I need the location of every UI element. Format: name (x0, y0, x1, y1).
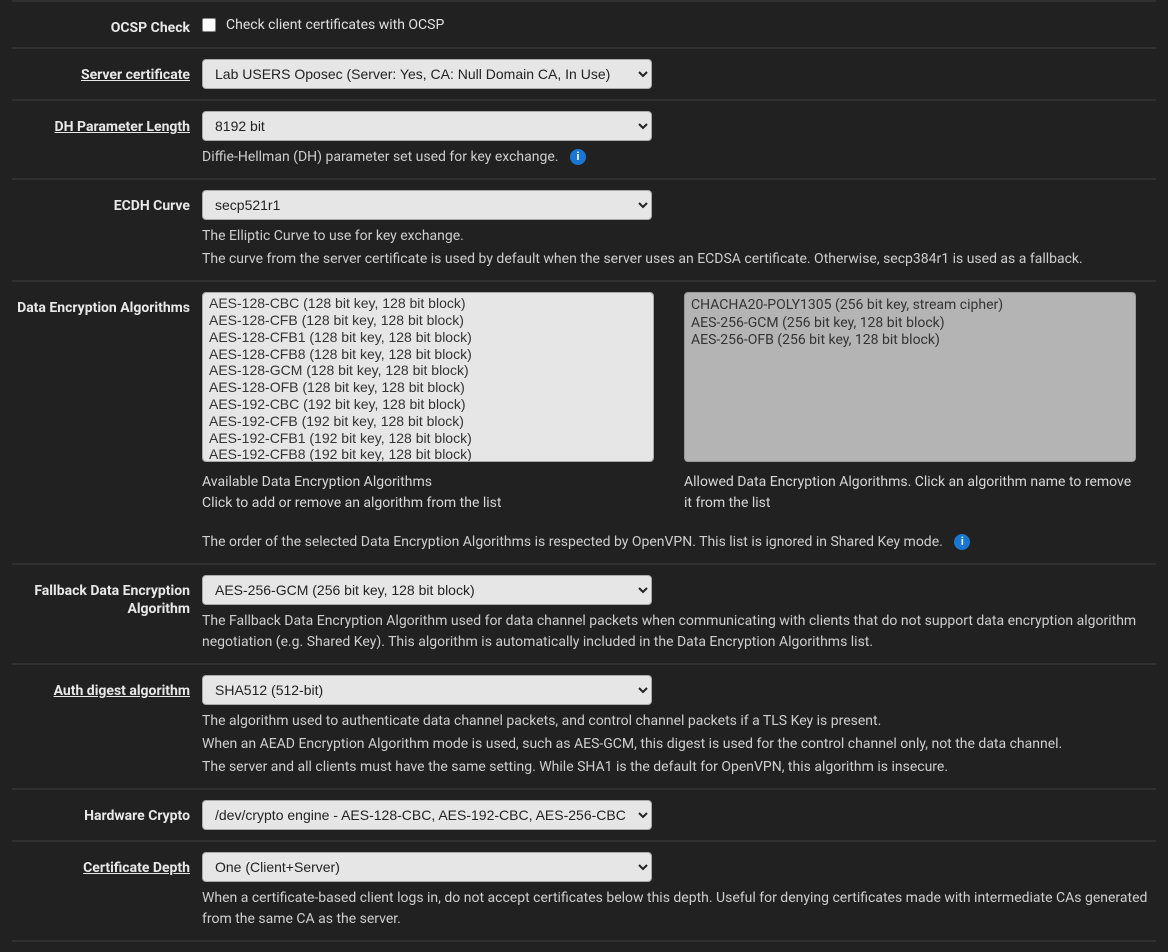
allowed-algorithm-item[interactable]: AES-256-OFB (256 bit key, 128 bit block) (691, 332, 1129, 350)
label-ecdh-curve: ECDH Curve (12, 190, 202, 215)
auth-help-1: The algorithm used to authenticate data … (202, 711, 1150, 732)
hardware-crypto-select[interactable]: /dev/crypto engine - AES-128-CBC, AES-19… (202, 800, 652, 830)
allowed-algorithms-list[interactable]: CHACHA20-POLY1305 (256 bit key, stream c… (684, 292, 1136, 462)
available-algorithm-option[interactable]: AES-128-CBC (128 bit key, 128 bit block) (207, 295, 649, 312)
label-auth-digest: Auth digest algorithm (12, 675, 202, 700)
ecdh-curve-select[interactable]: secp521r1 (202, 190, 652, 220)
available-algorithm-option[interactable]: AES-192-CFB8 (192 bit key, 128 bit block… (207, 446, 649, 462)
row-data-encryption-algorithms: Data Encryption Algorithms AES-128-CBC (… (12, 280, 1156, 565)
label-data-encryption-algorithms: Data Encryption Algorithms (12, 292, 202, 317)
ocsp-check-text: Check client certificates with OCSP (226, 17, 444, 33)
auth-digest-select[interactable]: SHA512 (512-bit) (202, 675, 652, 705)
row-auth-digest: Auth digest algorithm SHA512 (512-bit) T… (12, 663, 1156, 790)
label-dh-parameter-length: DH Parameter Length (12, 111, 202, 136)
row-ocsp-check: OCSP Check Check client certificates wit… (12, 0, 1156, 49)
available-algorithm-option[interactable]: AES-192-CBC (192 bit key, 128 bit block) (207, 396, 649, 413)
available-algorithm-option[interactable]: AES-192-CFB (192 bit key, 128 bit block) (207, 413, 649, 430)
ecdh-help-2: The curve from the server certificate is… (202, 249, 1150, 270)
label-certificate-depth: Certificate Depth (12, 852, 202, 877)
available-algorithm-option[interactable]: AES-128-CFB (128 bit key, 128 bit block) (207, 312, 649, 329)
available-caption-2: Click to add or remove an algorithm from… (202, 495, 501, 511)
certificate-depth-select[interactable]: One (Client+Server) (202, 852, 652, 882)
available-algorithm-option[interactable]: AES-128-CFB1 (128 bit key, 128 bit block… (207, 329, 649, 346)
auth-help-2: When an AEAD Encryption Algorithm mode i… (202, 734, 1150, 755)
row-ecdh-curve: ECDH Curve secp521r1 The Elliptic Curve … (12, 178, 1156, 282)
allowed-algorithm-item[interactable]: CHACHA20-POLY1305 (256 bit key, stream c… (691, 297, 1129, 315)
row-dh-parameter-length: DH Parameter Length 8192 bit Diffie-Hell… (12, 99, 1156, 180)
available-algorithms-list[interactable]: AES-128-CBC (128 bit key, 128 bit block)… (202, 292, 654, 462)
available-algorithm-option[interactable]: AES-128-OFB (128 bit key, 128 bit block) (207, 379, 649, 396)
row-certificate-depth: Certificate Depth One (Client+Server) Wh… (12, 840, 1156, 942)
dh-help-text: Diffie-Hellman (DH) parameter set used f… (202, 149, 558, 165)
label-server-certificate: Server certificate (12, 59, 202, 84)
label-hardware-crypto: Hardware Crypto (12, 800, 202, 825)
dh-parameter-length-select[interactable]: 8192 bit (202, 111, 652, 141)
available-caption-1: Available Data Encryption Algorithms (202, 474, 432, 490)
ocsp-check-checkbox[interactable] (202, 18, 216, 32)
row-server-certificate: Server certificate Lab USERS Oposec (Ser… (12, 47, 1156, 101)
row-hardware-crypto: Hardware Crypto /dev/crypto engine - AES… (12, 788, 1156, 842)
available-algorithm-option[interactable]: AES-192-CFB1 (192 bit key, 128 bit block… (207, 430, 649, 447)
allowed-algorithm-item[interactable]: AES-256-GCM (256 bit key, 128 bit block) (691, 315, 1129, 333)
info-icon[interactable]: i (570, 149, 586, 165)
info-icon[interactable]: i (954, 534, 970, 550)
auth-help-3: The server and all clients must have the… (202, 757, 1150, 778)
fallback-help: The Fallback Data Encryption Algorithm u… (202, 611, 1150, 653)
dea-footer-help: The order of the selected Data Encryptio… (202, 534, 943, 550)
label-fallback-algorithm: Fallback Data Encryption Algorithm (12, 575, 202, 618)
label-ocsp-check: OCSP Check (12, 12, 202, 37)
fallback-algorithm-select[interactable]: AES-256-GCM (256 bit key, 128 bit block) (202, 575, 652, 605)
available-algorithm-option[interactable]: AES-128-CFB8 (128 bit key, 128 bit block… (207, 346, 649, 363)
depth-help: When a certificate-based client logs in,… (202, 888, 1150, 930)
ecdh-help-1: The Elliptic Curve to use for key exchan… (202, 226, 1150, 247)
row-fallback-algorithm: Fallback Data Encryption Algorithm AES-2… (12, 563, 1156, 665)
server-certificate-select[interactable]: Lab USERS Oposec (Server: Yes, CA: Null … (202, 59, 652, 89)
available-algorithm-option[interactable]: AES-128-GCM (128 bit key, 128 bit block) (207, 362, 649, 379)
allowed-caption: Allowed Data Encryption Algorithms. Clic… (684, 472, 1136, 514)
